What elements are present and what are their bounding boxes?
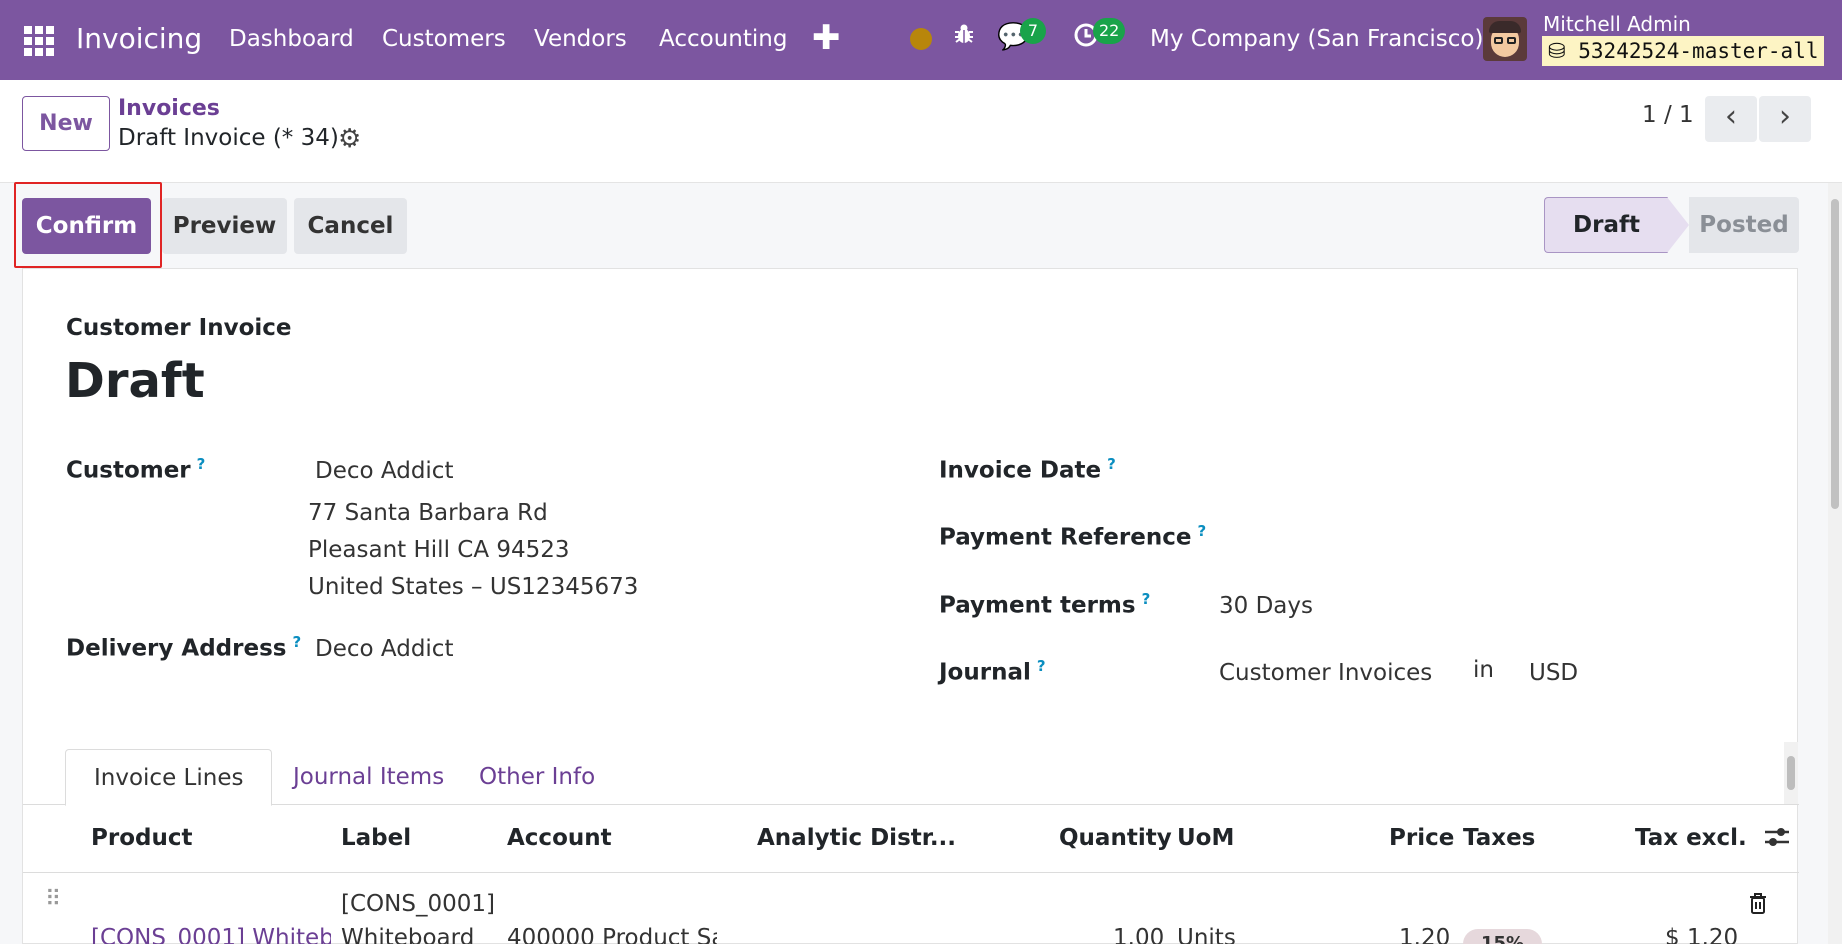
document-type: Customer Invoice: [66, 315, 292, 341]
company-switcher[interactable]: My Company (San Francisco): [1150, 26, 1483, 52]
breadcrumb-current: Draft Invoice (* 34): [118, 125, 339, 151]
column-label[interactable]: Label: [341, 825, 411, 851]
messages-badge: 7: [1020, 18, 1046, 44]
delivery-address-label: Delivery Address?: [66, 633, 302, 662]
customer-address-line1: 77 Santa Barbara Rd: [308, 500, 548, 526]
tab-journal-items[interactable]: Journal Items: [265, 749, 472, 806]
payment-terms-field[interactable]: 30 Days: [1219, 593, 1313, 619]
page-scrollbar[interactable]: [1828, 183, 1842, 944]
user-avatar[interactable]: [1483, 17, 1527, 61]
menu-accounting[interactable]: Accounting: [659, 26, 787, 52]
column-product[interactable]: Product: [91, 825, 192, 851]
row-uom[interactable]: Units: [1177, 925, 1236, 944]
status-draft[interactable]: Draft: [1544, 197, 1668, 253]
payment-reference-label: Payment Reference?: [939, 522, 1207, 551]
notebook-tabs: Invoice Lines Journal Items Other Info: [23, 739, 1799, 806]
trash-icon[interactable]: [1747, 891, 1769, 921]
row-quantity[interactable]: 1.00: [1113, 925, 1164, 944]
invoice-date-field[interactable]: [1219, 455, 1779, 485]
status-bar: Draft Posted: [1544, 197, 1800, 253]
preview-button[interactable]: Preview: [162, 198, 287, 254]
tab-other-info[interactable]: Other Info: [451, 749, 623, 806]
customer-field[interactable]: Deco Addict: [315, 458, 453, 484]
app-name[interactable]: Invoicing: [76, 22, 202, 55]
top-navbar: Invoicing Dashboard Customers Vendors Ac…: [0, 0, 1842, 80]
pager-next-button[interactable]: ›: [1759, 96, 1811, 142]
table-row[interactable]: ⠿ [CONS_0001] Whiteboard [CONS_0001] Whi…: [23, 873, 1799, 944]
optional-columns-icon[interactable]: [1763, 823, 1791, 857]
drag-handle-icon[interactable]: ⠿: [45, 887, 61, 912]
database-tag: ⛁ 53242524-master-all: [1542, 36, 1825, 66]
delivery-address-field[interactable]: Deco Addict: [315, 636, 453, 662]
currency-field[interactable]: USD: [1529, 660, 1578, 686]
breadcrumb-invoices[interactable]: Invoices: [118, 96, 220, 121]
pager-value[interactable]: 1 / 1: [1642, 102, 1694, 128]
journal-label: Journal?: [939, 657, 1046, 686]
row-label-top[interactable]: [CONS_0001]: [341, 891, 495, 917]
help-icon[interactable]: ?: [292, 633, 301, 651]
row-label-bottom[interactable]: Whiteboard: [341, 925, 491, 944]
cancel-button[interactable]: Cancel: [294, 198, 407, 254]
row-product[interactable]: [CONS_0001] Whiteboard: [91, 925, 331, 944]
form-sheet: Customer Invoice Draft Customer? Deco Ad…: [22, 268, 1799, 944]
inner-scrollbar[interactable]: [1784, 742, 1798, 804]
row-account[interactable]: 400000 Product Sales: [507, 925, 717, 944]
column-uom[interactable]: UoM: [1177, 825, 1234, 851]
help-icon[interactable]: ?: [1197, 522, 1206, 540]
menu-dashboard[interactable]: Dashboard: [229, 26, 354, 52]
debug-bug-icon[interactable]: [952, 22, 976, 52]
database-icon: ⛁: [1548, 39, 1566, 63]
apps-menu-icon[interactable]: [24, 26, 54, 56]
column-tax-excl[interactable]: Tax excl.: [1635, 825, 1747, 851]
gear-icon[interactable]: ⚙: [338, 124, 361, 154]
user-name[interactable]: Mitchell Admin: [1543, 12, 1691, 36]
activities-badge: 22: [1093, 18, 1126, 44]
column-quantity[interactable]: Quantity: [1059, 825, 1172, 851]
status-arrow: [1667, 197, 1689, 253]
customer-label: Customer?: [66, 455, 206, 484]
column-taxes[interactable]: Taxes: [1463, 825, 1535, 851]
customer-address-line3: United States – US12345673: [308, 574, 639, 600]
help-icon[interactable]: ?: [1037, 657, 1046, 675]
invoice-date-label: Invoice Date?: [939, 455, 1116, 484]
journal-in-text: in: [1473, 657, 1494, 683]
column-price[interactable]: Price: [1389, 825, 1454, 851]
plus-icon[interactable]: ✚: [812, 18, 841, 58]
column-analytic[interactable]: Analytic Distr...: [757, 825, 956, 851]
menu-vendors[interactable]: Vendors: [534, 26, 627, 52]
table-header: Product Label Account Analytic Distr... …: [23, 805, 1799, 873]
document-title: Draft: [65, 353, 205, 409]
help-icon[interactable]: ?: [1107, 455, 1116, 473]
payment-reference-field[interactable]: [1219, 522, 1779, 552]
journal-field[interactable]: Customer Invoices: [1219, 660, 1432, 686]
help-icon[interactable]: ?: [1142, 590, 1151, 608]
tab-invoice-lines[interactable]: Invoice Lines: [65, 749, 273, 806]
new-button[interactable]: New: [22, 96, 110, 151]
control-panel: New Invoices Draft Invoice (* 34) ⚙ 1 / …: [0, 80, 1842, 183]
column-account[interactable]: Account: [507, 825, 612, 851]
payment-terms-label: Payment terms?: [939, 590, 1151, 619]
row-price[interactable]: 1.20: [1399, 925, 1450, 944]
database-name: 53242524-master-all: [1578, 39, 1819, 63]
status-posted[interactable]: Posted: [1689, 197, 1799, 253]
row-subtotal: $ 1.20: [1665, 925, 1739, 944]
help-icon[interactable]: ?: [197, 455, 206, 473]
customer-address-line2: Pleasant Hill CA 94523: [308, 537, 570, 563]
confirm-highlight-box: [14, 182, 162, 268]
menu-customers[interactable]: Customers: [382, 26, 506, 52]
status-dot-icon[interactable]: [910, 28, 932, 50]
row-tax-badge[interactable]: 15%: [1463, 929, 1543, 944]
pager-previous-button[interactable]: ‹: [1705, 96, 1757, 142]
